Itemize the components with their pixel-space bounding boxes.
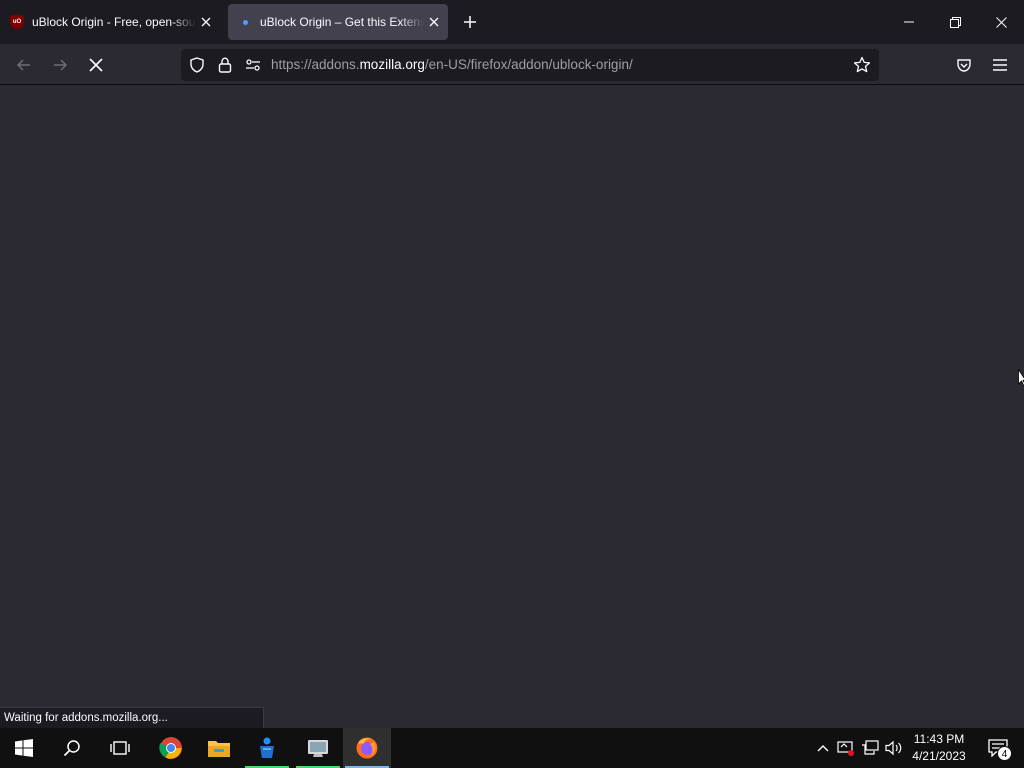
close-icon	[201, 17, 211, 27]
speaker-icon	[885, 740, 902, 756]
tab-ublock-origin-home[interactable]: uO uBlock Origin - Free, open-source ad …	[0, 4, 220, 40]
tray-network-icon[interactable]	[860, 738, 880, 758]
tray-security-icon[interactable]	[836, 738, 856, 758]
minimize-icon	[904, 21, 914, 23]
back-button[interactable]	[9, 50, 39, 80]
plus-icon	[464, 16, 476, 28]
close-icon	[995, 16, 1007, 28]
start-icon	[15, 739, 33, 757]
taskbar-app-2[interactable]	[294, 728, 342, 768]
task-view-button[interactable]	[96, 728, 144, 768]
back-arrow-icon	[16, 59, 30, 71]
page-content	[0, 85, 1024, 728]
minimize-button[interactable]	[886, 0, 932, 44]
chevron-up-icon	[817, 745, 829, 752]
file-explorer-icon	[208, 741, 230, 757]
close-tab-button[interactable]	[196, 12, 216, 32]
lock-icon	[218, 57, 232, 73]
search-icon	[63, 740, 80, 757]
permissions-icon	[246, 59, 260, 71]
start-button[interactable]	[0, 728, 48, 768]
system-clock[interactable]: 11:43 PM 4/21/2023	[906, 731, 972, 765]
clock-date: 4/21/2023	[912, 749, 966, 763]
mouse-cursor-icon	[1018, 369, 1024, 387]
notification-count-badge: 4	[997, 746, 1012, 761]
forward-arrow-icon	[54, 59, 68, 71]
bookmark-star-button[interactable]	[852, 55, 872, 75]
chrome-icon	[159, 737, 182, 759]
pocket-icon	[957, 59, 971, 72]
close-window-button[interactable]	[978, 0, 1024, 44]
loading-icon	[238, 15, 252, 29]
close-icon	[429, 17, 439, 27]
taskbar-firefox[interactable]	[343, 728, 391, 768]
search-button[interactable]	[48, 728, 96, 768]
tab-ublock-origin-addon[interactable]: uBlock Origin – Get this Extension for F…	[228, 4, 448, 40]
tracking-protection-icon[interactable]	[187, 55, 207, 75]
tab-strip: uO uBlock Origin - Free, open-source ad …	[0, 0, 1024, 44]
url-domain: mozilla.org	[359, 57, 425, 72]
forward-button[interactable]	[45, 50, 75, 80]
star-icon	[853, 56, 871, 73]
stop-icon	[89, 58, 103, 72]
tab-title: uBlock Origin – Get this Extension for F…	[260, 15, 424, 29]
show-hidden-icons-button[interactable]	[813, 738, 833, 758]
app-icon	[260, 737, 274, 758]
app-icon	[308, 740, 328, 757]
taskbar-file-explorer[interactable]	[195, 728, 243, 768]
task-view-icon	[110, 741, 130, 755]
url-prefix: https://addons.	[271, 57, 360, 72]
hamburger-menu-icon	[993, 59, 1007, 71]
status-panel: Waiting for addons.mozilla.org...	[0, 707, 264, 728]
taskbar: 11:43 PM 4/21/2023 4	[0, 728, 1024, 768]
site-security-button[interactable]	[215, 55, 235, 75]
restore-button[interactable]	[932, 0, 978, 44]
tab-title: uBlock Origin - Free, open-source ad con…	[32, 15, 196, 29]
new-tab-button[interactable]	[458, 10, 482, 34]
shield-icon	[190, 57, 204, 73]
tray-volume-icon[interactable]	[884, 738, 904, 758]
close-tab-button[interactable]	[424, 12, 444, 32]
action-center-button[interactable]: 4	[978, 728, 1018, 768]
app-menu-button[interactable]	[985, 50, 1015, 80]
taskbar-chrome[interactable]	[147, 728, 195, 768]
defender-icon	[837, 741, 854, 756]
ublock-origin-icon: uO	[10, 15, 24, 29]
firefox-icon	[356, 737, 378, 759]
pocket-button[interactable]	[949, 50, 979, 80]
network-icon	[862, 740, 879, 755]
stop-button[interactable]	[81, 50, 111, 80]
permissions-button[interactable]	[243, 55, 263, 75]
navigation-toolbar: https://addons.mozilla.org/en-US/firefox…	[0, 44, 1024, 85]
clock-time: 11:43 PM	[913, 732, 965, 746]
restore-icon	[949, 16, 961, 28]
url-text[interactable]: https://addons.mozilla.org/en-US/firefox…	[271, 49, 633, 81]
address-bar[interactable]: https://addons.mozilla.org/en-US/firefox…	[181, 49, 879, 81]
taskbar-app-1[interactable]	[243, 728, 291, 768]
url-path: /en-US/firefox/addon/ublock-origin/	[424, 57, 633, 72]
